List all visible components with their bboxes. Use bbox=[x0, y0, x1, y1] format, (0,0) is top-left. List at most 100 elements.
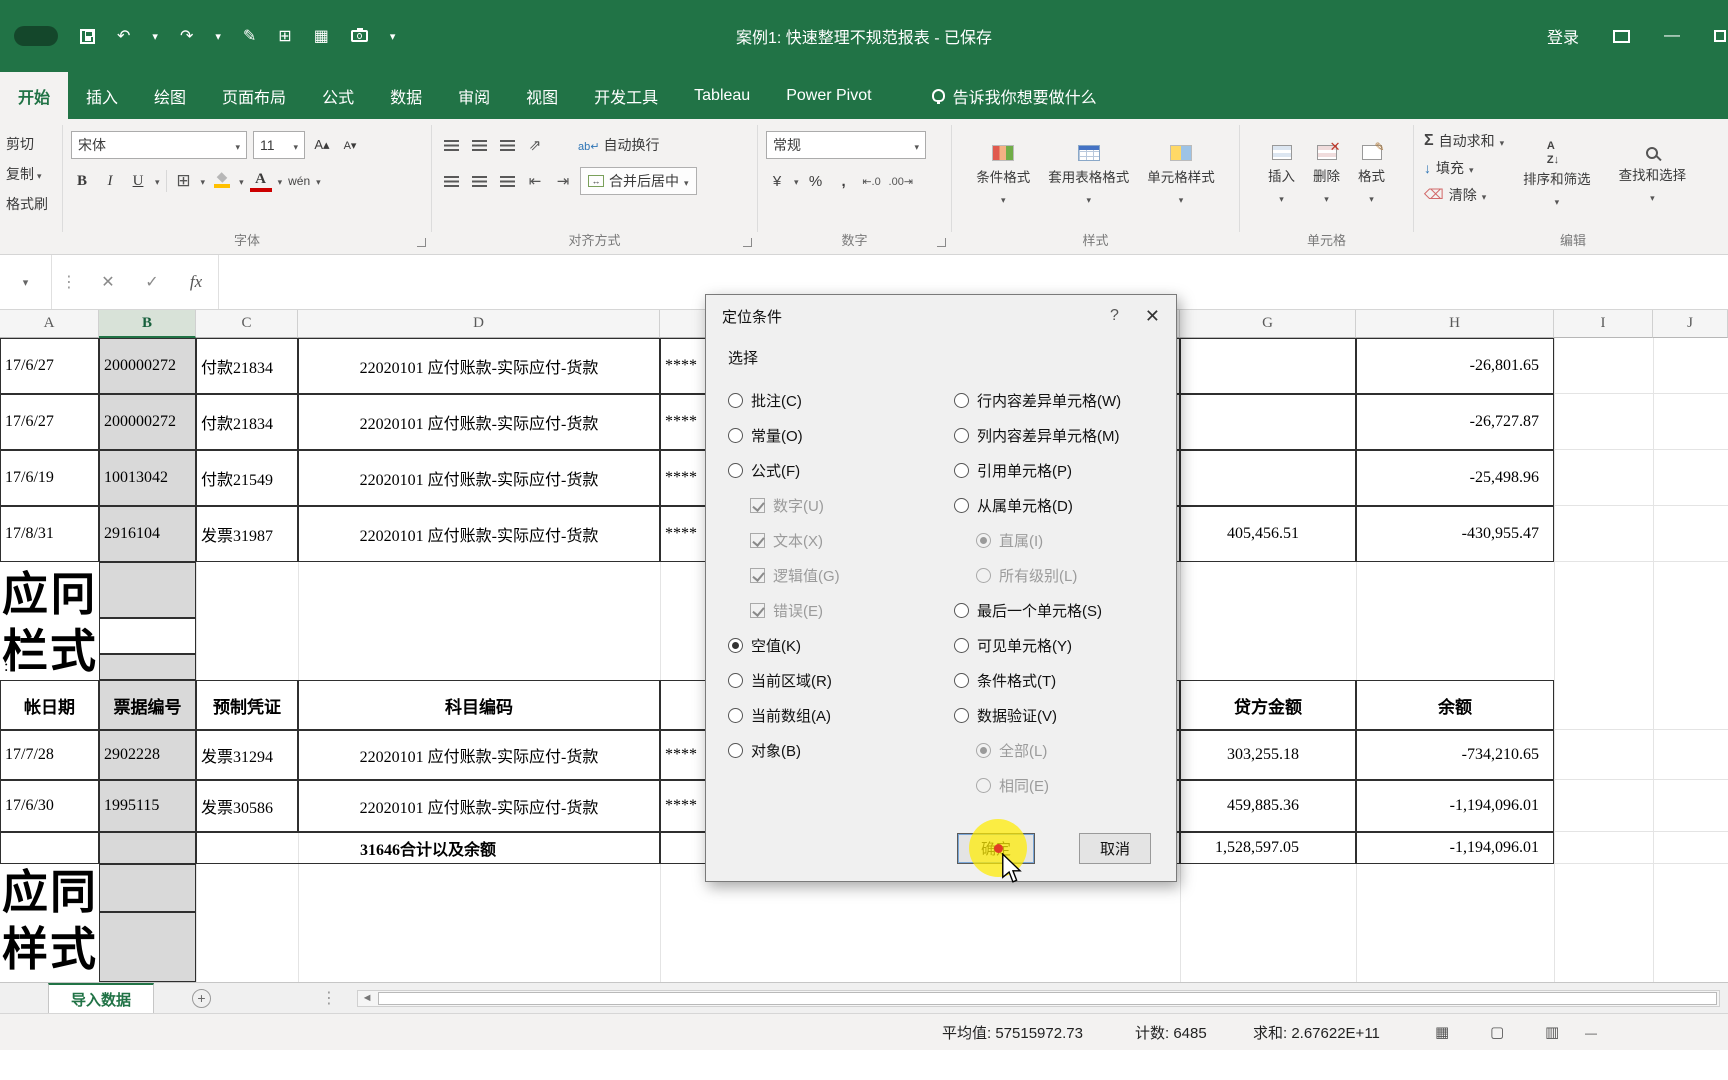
chevron-down-icon[interactable] bbox=[278, 172, 283, 190]
name-box[interactable] bbox=[0, 255, 52, 309]
percent-style-icon[interactable] bbox=[805, 168, 827, 194]
tab-view[interactable]: 视图 bbox=[508, 72, 576, 119]
cell-voucher[interactable]: 付款21834 bbox=[196, 338, 298, 394]
scroll-left-icon[interactable] bbox=[358, 992, 376, 1004]
bold-button[interactable]: B bbox=[71, 168, 93, 194]
chevron-down-icon[interactable] bbox=[201, 172, 206, 190]
column-header-I[interactable]: I bbox=[1554, 310, 1653, 338]
option-column-differences[interactable]: 列内容差异单元格(M) bbox=[954, 418, 1170, 453]
cell-empty[interactable] bbox=[1554, 450, 1653, 506]
font-color-icon[interactable]: A bbox=[249, 170, 272, 192]
save-icon[interactable] bbox=[80, 28, 95, 44]
option-current-array[interactable]: 当前数组(A) bbox=[728, 698, 942, 733]
option-constants[interactable]: 常量(O) bbox=[728, 418, 942, 453]
cell-voucher[interactable]: 发票31987 bbox=[196, 506, 298, 562]
option-data-validation[interactable]: 数据验证(V) bbox=[954, 698, 1170, 733]
cell-voucher[interactable]: 发票31294 bbox=[196, 730, 298, 780]
insert-cells-button[interactable]: 插入 bbox=[1259, 127, 1304, 223]
dialog-title-bar[interactable]: 定位条件 ? ✕ bbox=[706, 295, 1176, 337]
cell-credit[interactable] bbox=[1180, 338, 1356, 394]
tab-insert[interactable]: 插入 bbox=[68, 72, 136, 119]
undo-icon[interactable] bbox=[117, 26, 130, 46]
align-bottom-icon[interactable] bbox=[496, 132, 518, 158]
cell-doc-number[interactable]: 10013042 bbox=[99, 450, 196, 506]
cell-empty[interactable] bbox=[1653, 450, 1728, 506]
cell-date[interactable]: 17/6/27 bbox=[0, 338, 99, 394]
fill-button[interactable]: 填充 bbox=[1424, 154, 1504, 181]
format-as-table-button[interactable]: 套用表格格式 bbox=[1039, 127, 1138, 223]
cell-account[interactable]: 22020101 应付账款-实际应付-货款 bbox=[298, 780, 660, 832]
cell-doc-number[interactable]: 200000272 bbox=[99, 394, 196, 450]
cell-empty[interactable] bbox=[1554, 394, 1653, 450]
tab-formulas[interactable]: 公式 bbox=[304, 72, 372, 119]
dialog-launcher-icon[interactable] bbox=[937, 238, 946, 247]
cell-balance[interactable]: -26,727.87 bbox=[1356, 394, 1554, 450]
qat-customize-icon[interactable] bbox=[390, 30, 396, 43]
cell-account[interactable]: 22020101 应付账款-实际应付-货款 bbox=[298, 730, 660, 780]
tab-home[interactable]: 开始 bbox=[0, 72, 69, 119]
clear-button[interactable]: 清除 bbox=[1424, 181, 1504, 208]
header-doc-number[interactable]: 票据编号 bbox=[99, 680, 196, 730]
option-row-differences[interactable]: 行内容差异单元格(W) bbox=[954, 383, 1170, 418]
increase-font-size-button[interactable] bbox=[311, 132, 333, 158]
cell-empty[interactable] bbox=[99, 618, 196, 654]
cell-empty[interactable] bbox=[99, 562, 196, 618]
phonetic-guide-icon[interactable]: wén bbox=[288, 168, 310, 194]
option-last-cell[interactable]: 最后一个单元格(S) bbox=[954, 593, 1170, 628]
tab-review[interactable]: 审阅 bbox=[440, 72, 508, 119]
page-layout-view-icon[interactable] bbox=[1490, 1023, 1504, 1041]
chevron-down-icon[interactable] bbox=[794, 172, 799, 190]
option-same[interactable]: 相同(E) bbox=[976, 768, 1170, 803]
option-errors[interactable]: 错误(E) bbox=[750, 593, 942, 628]
decrease-decimal-icon[interactable] bbox=[889, 168, 914, 194]
number-format-select[interactable]: 常规 bbox=[766, 131, 926, 159]
option-visible-cells[interactable]: 可见单元格(Y) bbox=[954, 628, 1170, 663]
cell-empty[interactable] bbox=[99, 864, 196, 912]
horizontal-scrollbar[interactable] bbox=[357, 989, 1720, 1007]
chevron-down-icon[interactable] bbox=[316, 172, 321, 190]
enter-entry-icon[interactable] bbox=[130, 272, 174, 292]
fill-color-icon[interactable] bbox=[211, 168, 233, 194]
tab-page-layout[interactable]: 页面布局 bbox=[204, 72, 304, 119]
chevron-down-icon[interactable] bbox=[239, 172, 244, 190]
cancel-entry-icon[interactable] bbox=[86, 272, 130, 292]
tab-power-pivot[interactable]: Power Pivot bbox=[768, 72, 889, 119]
column-header-J[interactable]: J bbox=[1653, 310, 1728, 338]
cell-voucher[interactable]: 付款21549 bbox=[196, 450, 298, 506]
align-top-icon[interactable] bbox=[440, 132, 462, 158]
tab-data[interactable]: 数据 bbox=[372, 72, 440, 119]
redo-icon[interactable] bbox=[180, 26, 193, 46]
cell-balance[interactable]: -734,210.65 bbox=[1356, 730, 1554, 780]
orientation-icon[interactable] bbox=[524, 132, 546, 158]
undo-dropdown-icon[interactable] bbox=[152, 30, 158, 43]
table-icon[interactable] bbox=[314, 26, 329, 46]
option-precedents[interactable]: 引用单元格(P) bbox=[954, 453, 1170, 488]
column-header-B[interactable]: B bbox=[99, 310, 196, 338]
cell-balance[interactable]: -430,955.47 bbox=[1356, 506, 1554, 562]
help-icon[interactable]: ? bbox=[1110, 307, 1119, 325]
cell-doc-number[interactable]: 200000272 bbox=[99, 338, 196, 394]
borders-icon[interactable] bbox=[173, 168, 195, 194]
header-credit[interactable]: 贷方金额 bbox=[1180, 680, 1356, 730]
option-logicals[interactable]: 逻辑值(G) bbox=[750, 558, 942, 593]
font-name-select[interactable]: 宋体 bbox=[71, 131, 247, 159]
option-dependents[interactable]: 从属单元格(D) bbox=[954, 488, 1170, 523]
cell-empty[interactable] bbox=[1653, 780, 1728, 832]
cell-total-credit[interactable]: 1,528,597.05 bbox=[1180, 832, 1356, 864]
chevron-down-icon[interactable] bbox=[155, 172, 160, 190]
cell-balance[interactable]: -25,498.96 bbox=[1356, 450, 1554, 506]
align-left-icon[interactable] bbox=[440, 168, 462, 194]
pen-icon[interactable] bbox=[243, 26, 256, 46]
cell-empty[interactable] bbox=[1653, 338, 1728, 394]
option-comments[interactable]: 批注(C) bbox=[728, 383, 942, 418]
cell-date[interactable]: 17/6/27 bbox=[0, 394, 99, 450]
sheet-tab[interactable]: 导入数据 bbox=[48, 983, 155, 1013]
cell-account[interactable]: 22020101 应付账款-实际应付-货款 bbox=[298, 450, 660, 506]
format-cells-button[interactable]: 格式 bbox=[1349, 127, 1394, 223]
cell-empty[interactable] bbox=[1554, 780, 1653, 832]
header-voucher[interactable]: 预制凭证 bbox=[196, 680, 298, 730]
find-select-button[interactable]: 查找和选择 bbox=[1610, 127, 1696, 223]
header-balance[interactable]: 余额 bbox=[1356, 680, 1554, 730]
tell-me-box[interactable]: 告诉我你想要做什么 bbox=[931, 72, 1097, 119]
format-painter-button[interactable]: 格式刷 bbox=[0, 189, 62, 219]
